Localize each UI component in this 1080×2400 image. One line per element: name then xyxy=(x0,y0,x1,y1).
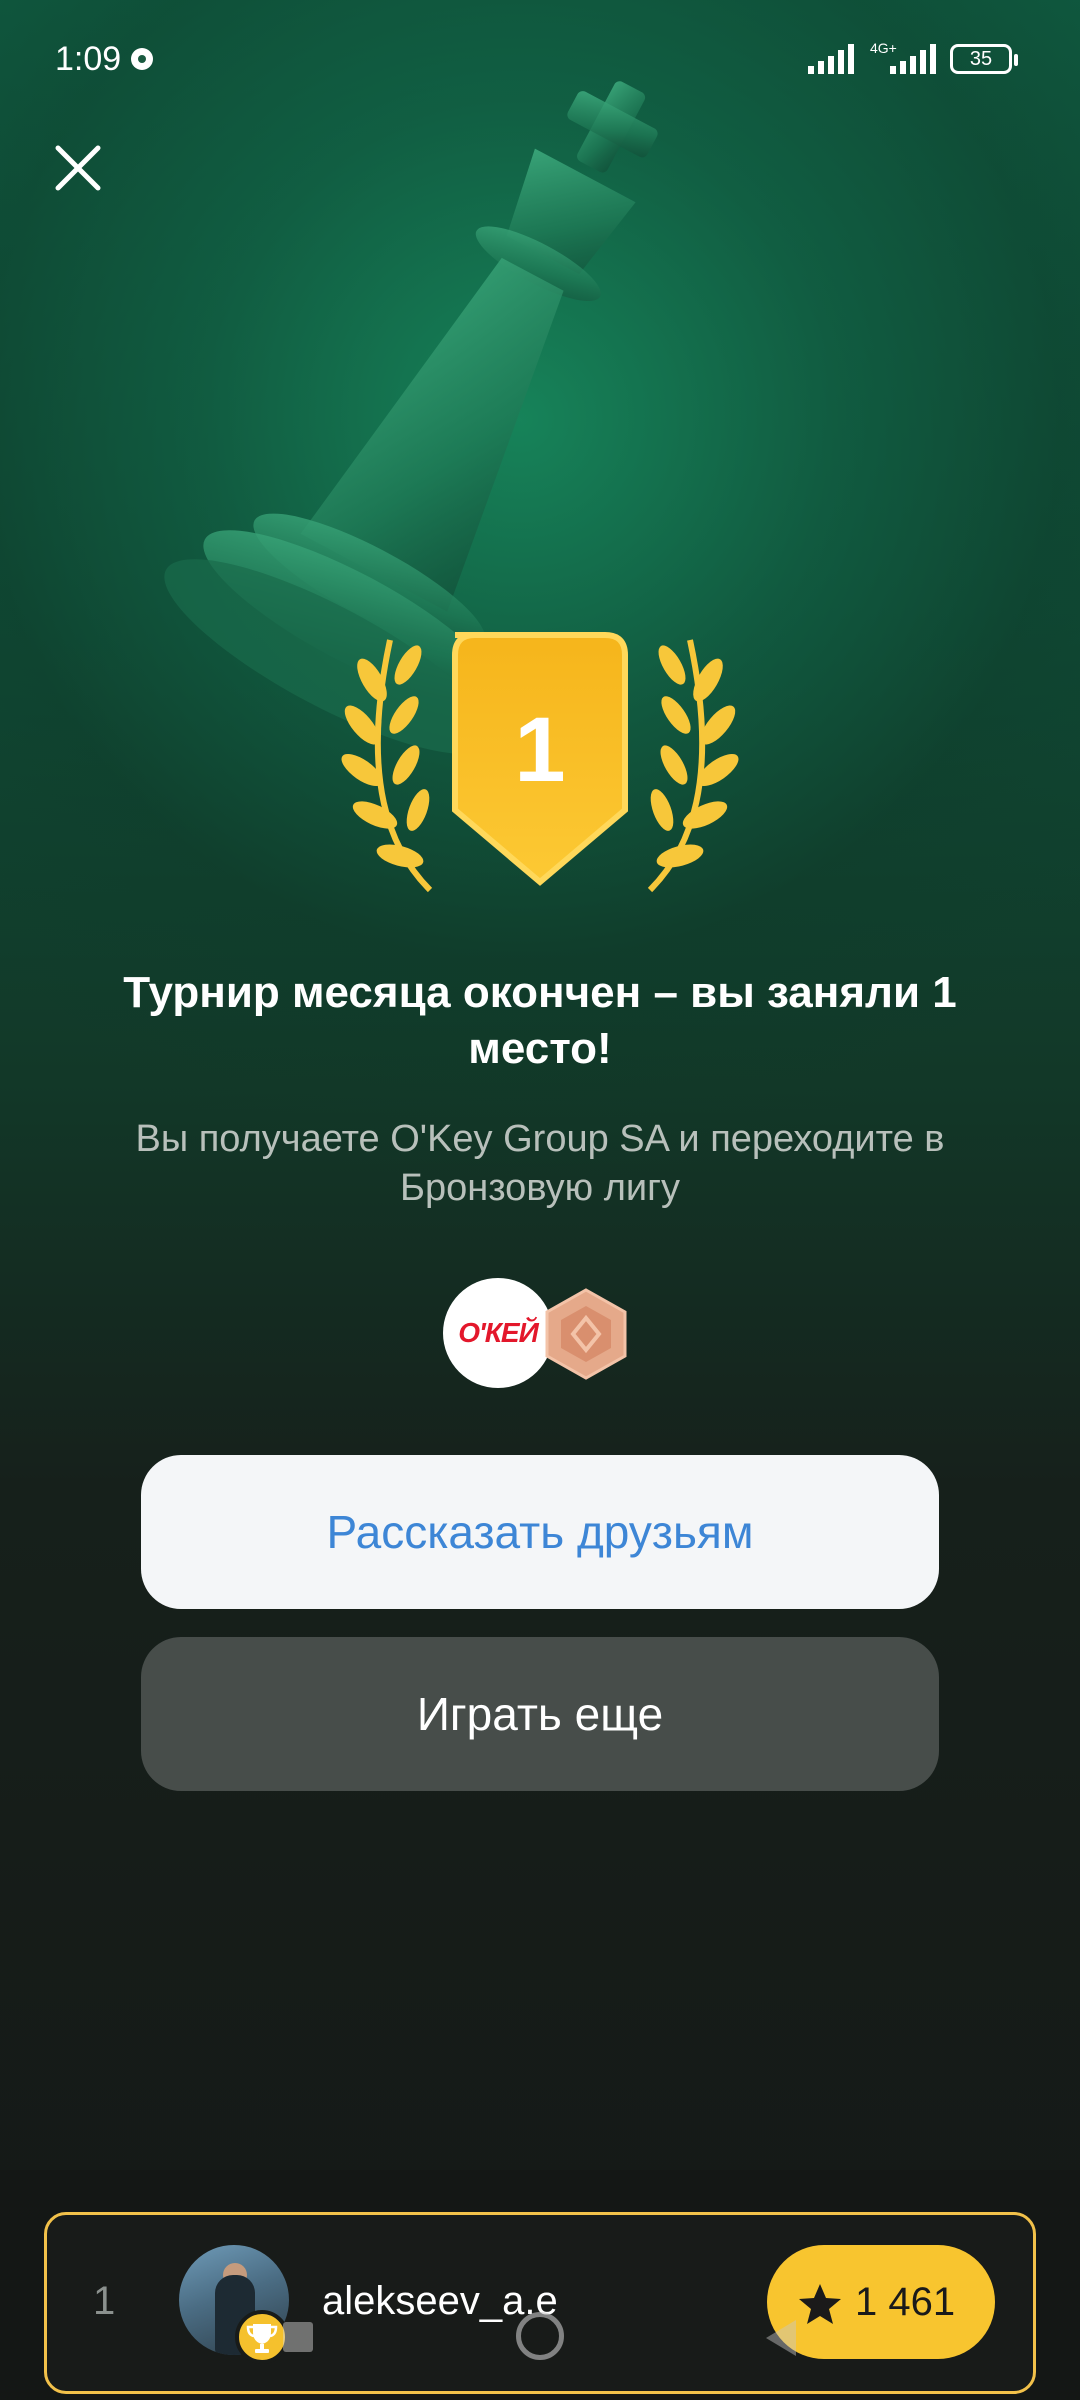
close-icon[interactable] xyxy=(50,140,106,196)
signal-icon xyxy=(808,44,854,74)
status-time: 1:09 xyxy=(55,40,122,78)
score-value: 1 461 xyxy=(855,2280,956,2324)
bronze-league-icon xyxy=(545,1288,627,1380)
trophy-icon xyxy=(235,2310,289,2364)
nav-home-button[interactable] xyxy=(516,2312,564,2360)
nav-back-button[interactable] xyxy=(762,2318,798,2358)
play-again-button[interactable]: Играть еще xyxy=(141,1637,939,1791)
score-badge: 1 461 xyxy=(767,2245,995,2359)
player-row[interactable]: 1 alekseev_a.e 1 461 xyxy=(44,2212,1036,2394)
player-username: alekseev_a.e xyxy=(322,2279,558,2323)
reward-badges: О'КЕЙ xyxy=(443,1278,627,1390)
signal-icon-2 xyxy=(890,44,936,74)
place-number: 1 xyxy=(514,699,566,801)
nav-recents-button[interactable] xyxy=(283,2322,313,2352)
battery-indicator: 35 xyxy=(950,44,1018,74)
result-headline: Турнир месяца окончен – вы заняли 1 мест… xyxy=(123,968,957,1073)
notification-icon xyxy=(131,48,153,70)
player-rank: 1 xyxy=(93,2279,116,2323)
laurel-wreath-left xyxy=(341,639,433,893)
share-with-friends-button[interactable]: Рассказать друзьям xyxy=(141,1455,939,1609)
star-icon xyxy=(799,2284,841,2324)
result-subline: Вы получаете O'Key Group SA и переходите… xyxy=(135,1118,945,1209)
status-bar: 1:09 4G+ 35 xyxy=(0,0,1080,120)
okey-logo: О'КЕЙ xyxy=(443,1278,553,1388)
laurel-wreath-right xyxy=(647,639,739,893)
